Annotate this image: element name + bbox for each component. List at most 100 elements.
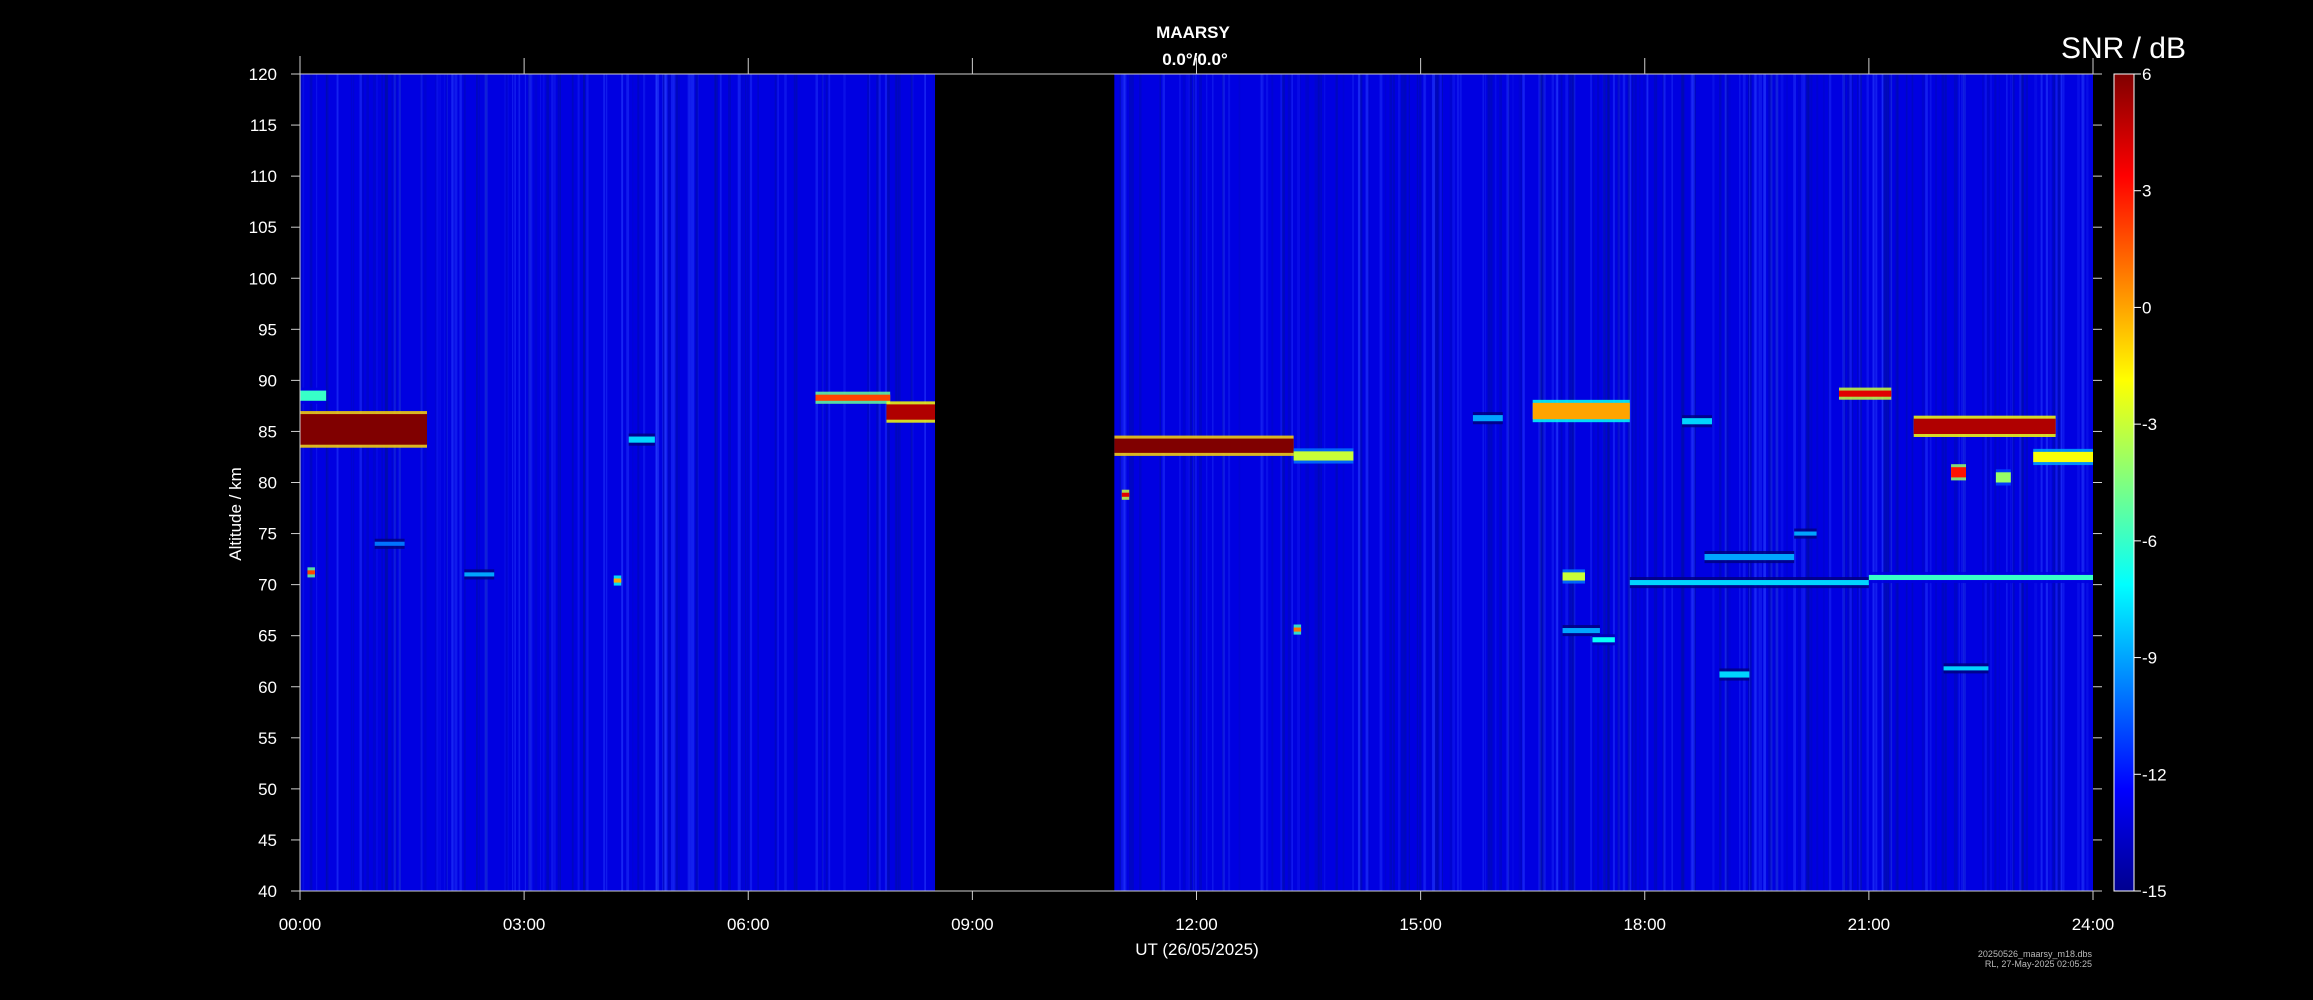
echo-layer [628,436,655,443]
echo-layer [1562,628,1600,634]
noise-stripe [1129,74,1133,891]
y-tick-label: 75 [258,525,277,544]
x-tick-label: 00:00 [279,915,322,934]
noise-stripe [1418,74,1422,891]
noise-stripe [1403,74,1407,891]
noise-stripe [1958,74,1960,891]
noise-stripe [546,74,550,891]
noise-stripe [1627,74,1630,891]
echo-layer [1719,671,1750,678]
noise-stripe [695,74,699,891]
y-tick-label: 55 [258,729,277,748]
noise-stripe [897,74,901,891]
noise-stripe [1793,74,1796,891]
noise-stripe [1408,74,1410,891]
echo-layer [1951,467,1966,478]
noise-stripe [524,74,526,891]
noise-stripe [1159,74,1161,891]
x-axis-label: UT (26/05/2025) [1135,940,1258,959]
y-axis-label: Altitude / km [226,467,245,561]
noise-stripe [1368,74,1370,891]
noise-stripe [1435,74,1437,891]
y-tick-label: 65 [258,627,277,646]
colorbar-label: SNR / dB [2061,32,2186,65]
noise-stripe [1449,74,1453,891]
noise-stripe [463,74,466,891]
noise-stripe [1352,74,1354,891]
noise-stripe [1634,74,1637,891]
noise-stripe [1607,74,1610,891]
noise-stripe [1897,74,1899,891]
noise-stripe [1522,74,1525,891]
y-tick-label: 70 [258,576,277,595]
noise-stripe [2020,74,2024,891]
y-tick-label: 110 [250,167,277,186]
noise-stripe [484,74,488,891]
noise-stripe [777,74,779,891]
noise-stripe [1653,74,1657,891]
noise-stripe [423,74,427,891]
noise-stripe [1484,74,1487,891]
noise-stripe [1724,74,1727,891]
echo-layer [1472,415,1503,422]
noise-stripe [1132,74,1134,891]
noise-stripe [1452,74,1456,891]
noise-stripe [577,74,580,891]
echo-layer [815,394,891,401]
noise-stripe [1305,74,1307,891]
noise-stripe [887,74,890,891]
noise-stripe [1228,74,1231,891]
noise-stripe [391,74,393,891]
noise-stripe [1291,74,1293,891]
noise-stripe [1398,74,1401,891]
noise-stripe [1358,74,1360,891]
noise-stripe [774,74,777,891]
echo-layer [464,572,495,577]
x-tick-label: 03:00 [503,915,546,934]
noise-stripe [1384,74,1387,891]
echo-layer [1913,418,2056,434]
noise-stripe [2011,74,2014,891]
colorbar-tick-label: 3 [2142,182,2151,201]
noise-stripe [1556,74,1559,891]
x-tick-label: 06:00 [727,915,770,934]
noise-stripe [1442,74,1443,891]
noise-stripe [446,74,448,891]
noise-stripe [1487,74,1491,891]
noise-stripe [1955,74,1958,891]
chart-title: MAARSY [1156,23,1230,42]
noise-stripe [1935,74,1937,891]
noise-stripe [507,74,509,891]
noise-stripe [655,74,658,891]
noise-stripe [1739,74,1741,891]
noise-stripe [1671,74,1673,891]
noise-stripe [393,74,396,891]
noise-stripe [1690,74,1694,891]
noise-stripe [605,74,608,891]
noise-stripe [316,74,318,891]
noise-stripe [1432,74,1435,891]
noise-stripe [737,74,740,891]
noise-stripe [519,74,521,891]
noise-stripe [455,74,458,891]
noise-stripe [551,74,554,891]
noise-stripe [1189,74,1193,891]
x-tick-label: 15:00 [1399,915,1442,934]
noise-stripe [1423,74,1425,891]
noise-stripe [742,74,744,891]
noise-stripe [643,74,646,891]
noise-stripe [504,74,506,891]
noise-stripe [1518,74,1522,891]
noise-stripe [1860,74,1862,891]
noise-stripe [1416,74,1418,891]
noise-stripe [621,74,623,891]
x-tick-label: 24:00 [2072,915,2115,934]
y-tick-label: 40 [258,882,277,901]
echo-layer [1293,627,1302,632]
noise-stripe [746,74,750,891]
noise-stripe [1770,74,1773,891]
noise-stripe [894,74,898,891]
echo-layer [1592,637,1615,643]
noise-stripe [1162,74,1165,891]
noise-stripe [1597,74,1599,891]
